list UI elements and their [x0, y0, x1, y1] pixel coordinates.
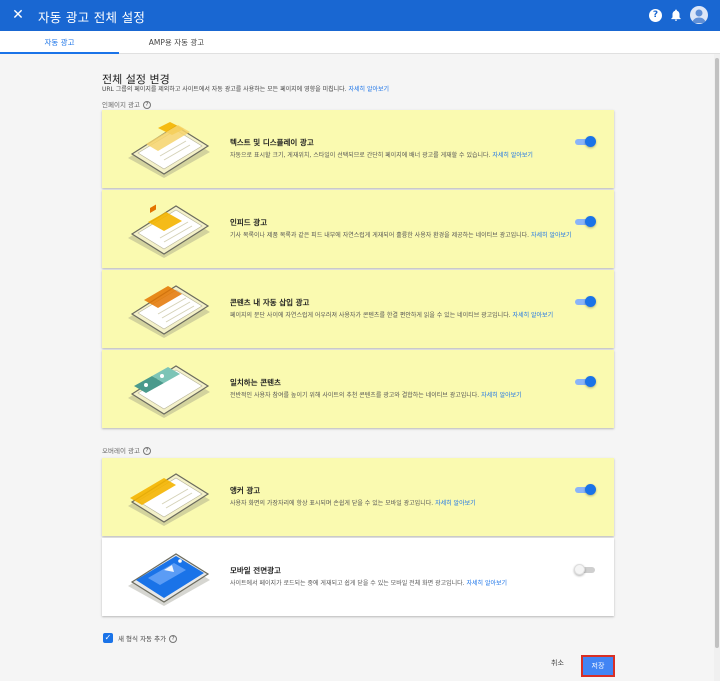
app-bar: ✕ 자동 광고 전체 설정 ? — [0, 0, 720, 31]
scrollbar[interactable] — [714, 54, 720, 681]
bell-icon[interactable] — [669, 8, 683, 22]
card-anchor-ads: 앵커 광고 사용자 화면의 가장자리에 항상 표시되며 손쉽게 닫을 수 있는 … — [102, 458, 614, 536]
card-in-feed-ads: 인피드 광고 기사 목록이나 제품 목록과 같은 피드 내부에 자연스럽게 게재… — [102, 190, 614, 268]
phone-vignette-illustration-icon — [128, 553, 210, 606]
section-label-overlay-text: 오버레이 광고 — [102, 447, 140, 455]
learn-more-link[interactable]: 자세히 알아보기 — [513, 312, 554, 319]
close-icon[interactable]: ✕ — [9, 6, 27, 24]
phone-in-article-illustration-icon — [128, 285, 210, 338]
ad-format-description: 사용자 화면의 가장자리에 항상 표시되며 손쉽게 닫을 수 있는 모바일 광고… — [230, 498, 600, 509]
ad-format-name: 텍스트 및 디스플레이 광고 — [230, 138, 314, 147]
learn-more-link[interactable]: 자세히 알아보기 — [466, 580, 507, 587]
auto-add-formats-checkbox[interactable]: ✓ — [103, 633, 113, 643]
auto-add-formats-label: 새 형식 자동 추가? — [118, 633, 178, 643]
tab-bar: 자동 광고 AMP용 자동 광고 — [0, 31, 720, 54]
ad-format-description-text: 사용자 화면의 가장자리에 항상 표시되며 손쉽게 닫을 수 있는 모바일 광고… — [230, 500, 434, 507]
ad-format-name: 콘텐츠 내 자동 삽입 광고 — [230, 298, 310, 307]
phone-anchor-illustration-icon — [128, 473, 210, 526]
scrollbar-thumb[interactable] — [715, 58, 719, 648]
section-label-overlay: 오버레이 광고? — [102, 445, 151, 455]
ad-format-description: 사이트에서 페이지가 로드되는 중에 게재되고 쉽게 닫을 수 있는 모바일 전… — [230, 578, 600, 589]
settings-content: 전체 설정 변경 URL 그룹의 페이지를 제외하고 사이트에서 자동 광고를 … — [0, 54, 714, 681]
phone-banner-illustration-icon — [128, 122, 210, 178]
card-vignette-ads: 모바일 전면광고 사이트에서 페이지가 로드되는 중에 게재되고 쉽게 닫을 수… — [102, 538, 614, 616]
toggle-in-feed-ads[interactable] — [575, 216, 596, 228]
ad-format-name: 인피드 광고 — [230, 218, 268, 227]
help-icon[interactable]: ? — [649, 9, 662, 22]
section-label-inpage-text: 인페이지 광고 — [102, 101, 140, 109]
learn-more-link[interactable]: 자세히 알아보기 — [531, 232, 572, 239]
cancel-button[interactable]: 취소 — [551, 658, 564, 668]
toggle-vignette-ads[interactable] — [574, 564, 595, 576]
ad-format-name: 모바일 전면광고 — [230, 566, 281, 575]
account-avatar-icon[interactable] — [690, 6, 708, 24]
page-description-text: URL 그룹의 페이지를 제외하고 사이트에서 자동 광고를 사용하는 모든 페… — [102, 86, 347, 93]
learn-more-link[interactable]: 자세히 알아보기 — [481, 392, 522, 399]
phone-matched-content-illustration-icon — [128, 365, 210, 418]
section-label-inpage: 인페이지 광고? — [102, 99, 151, 109]
toggle-in-article-ads[interactable] — [575, 296, 596, 308]
ad-format-description-text: 기사 목록이나 제품 목록과 같은 피드 내부에 자연스럽게 게재되어 훌륭한 … — [230, 232, 530, 239]
phone-in-feed-illustration-icon — [128, 204, 210, 258]
help-icon[interactable]: ? — [142, 101, 151, 109]
ad-format-description-text: 전반적인 사용자 참여를 높이기 위해 사이트의 추천 콘텐츠를 광고와 결합하… — [230, 392, 480, 399]
ad-format-name: 앵커 광고 — [230, 486, 261, 495]
auto-add-formats-label-text: 새 형식 자동 추가 — [118, 635, 167, 643]
ad-format-description: 전반적인 사용자 참여를 높이기 위해 사이트의 추천 콘텐츠를 광고와 결합하… — [230, 390, 600, 401]
dialog-title: 자동 광고 전체 설정 — [38, 10, 146, 25]
ad-format-name: 일치하는 콘텐츠 — [230, 378, 281, 387]
tab-amp-auto-ads[interactable]: AMP용 자동 광고 — [119, 31, 234, 54]
card-in-article-ads: 콘텐츠 내 자동 삽입 광고 페이지의 문단 사이에 자연스럽게 어우러져 사용… — [102, 270, 614, 348]
ad-format-description: 자동으로 표시할 크기, 게재위치, 스타일이 선택되므로 간단히 페이지에 배… — [230, 150, 600, 161]
toggle-anchor-ads[interactable] — [575, 484, 596, 496]
toggle-text-display-ads[interactable] — [575, 136, 596, 148]
ad-format-description: 기사 목록이나 제품 목록과 같은 피드 내부에 자연스럽게 게재되어 훌륭한 … — [230, 230, 600, 241]
save-button[interactable]: 저장 — [581, 655, 615, 677]
learn-more-link[interactable]: 자세히 알아보기 — [435, 500, 476, 507]
page-description: URL 그룹의 페이지를 제외하고 사이트에서 자동 광고를 사용하는 모든 페… — [102, 84, 389, 93]
ad-format-description-text: 사이트에서 페이지가 로드되는 중에 게재되고 쉽게 닫을 수 있는 모바일 전… — [230, 580, 465, 587]
card-text-display-ads: 텍스트 및 디스플레이 광고 자동으로 표시할 크기, 게재위치, 스타일이 선… — [102, 110, 614, 188]
tab-auto-ads[interactable]: 자동 광고 — [0, 31, 119, 54]
ad-format-description-text: 자동으로 표시할 크기, 게재위치, 스타일이 선택되므로 간단히 페이지에 배… — [230, 152, 491, 159]
ad-format-description-text: 페이지의 문단 사이에 자연스럽게 어우러져 사용자가 콘텐츠를 한결 편안하게… — [230, 312, 511, 319]
help-icon[interactable]: ? — [169, 635, 178, 643]
learn-more-link[interactable]: 자세히 알아보기 — [348, 86, 389, 93]
ad-format-description: 페이지의 문단 사이에 자연스럽게 어우러져 사용자가 콘텐츠를 한결 편안하게… — [230, 310, 600, 321]
learn-more-link[interactable]: 자세히 알아보기 — [492, 152, 533, 159]
toggle-matched-content[interactable] — [575, 376, 596, 388]
card-matched-content: 일치하는 콘텐츠 전반적인 사용자 참여를 높이기 위해 사이트의 추천 콘텐츠… — [102, 350, 614, 428]
help-icon[interactable]: ? — [142, 447, 151, 455]
